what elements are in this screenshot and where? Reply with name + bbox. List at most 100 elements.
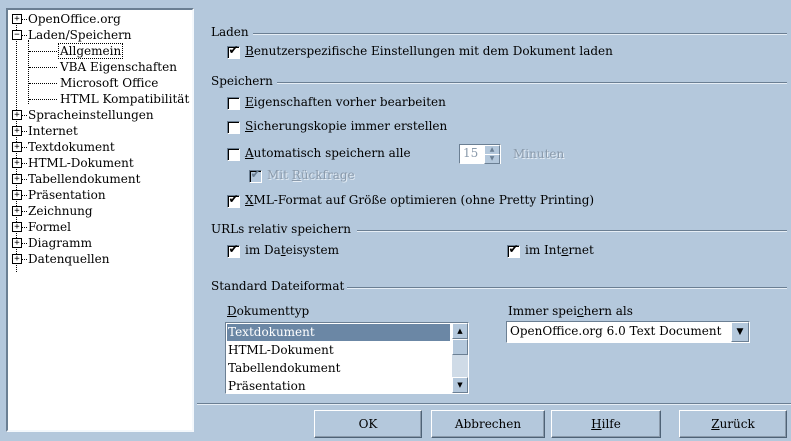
list-item[interactable]: Präsentation [228,378,306,393]
tree-item-label: HTML-Dokument [28,156,134,170]
tree-item-html-compat[interactable]: HTML Kompatibilität [8,91,190,107]
group-divider [277,82,787,84]
check-mark-icon: ✔ [228,242,239,256]
group-title-laden: Laden [211,25,249,39]
tree-connector [22,19,27,20]
edit-properties-label: Eigenschaften vorher bearbeiten [245,95,446,109]
tree-connector [22,131,27,132]
tree-connector [22,243,27,244]
scroll-thumb[interactable] [452,339,468,355]
help-button[interactable]: Hilfe [551,410,661,438]
confirm-checkbox[interactable]: ✔ [249,167,262,183]
tree-item-label: Zeichnung [28,204,93,218]
tree-connector [29,99,57,100]
back-button[interactable]: Zurück [679,410,787,438]
tree-item-msoffice[interactable]: Microsoft Office [8,75,188,91]
scroll-up-icon[interactable]: ▲ [452,323,468,339]
expand-icon[interactable]: + [12,14,22,24]
list-item[interactable]: Tabellendokument [228,360,340,377]
doctype-listbox[interactable]: Textdokument HTML-Dokument Tabellendokum… [225,322,469,394]
group-title-format: Standard Dateiformat [211,279,345,293]
tree-item-label: Microsoft Office [60,76,159,90]
filesystem-label: im Dateisystem [245,243,339,257]
options-panel: Laden ✔ Benutzerspezifische Einstellunge… [197,8,787,402]
tree-item-vba[interactable]: VBA Eigenschaften [8,59,188,75]
list-item[interactable]: HTML-Dokument [228,342,334,359]
listbox-scrollbar[interactable]: ▲ ▼ [452,323,468,393]
ok-button[interactable]: OK [314,410,422,438]
confirm-label: Mit Rückfrage [267,168,355,182]
tree-item-html-dokument[interactable]: + HTML-Dokument [8,155,188,171]
tree-item-label: Laden/Speichern [28,28,132,42]
tree-connector [22,147,27,148]
check-mark-icon: ✔ [228,192,239,206]
tree-item-label: Tabellendokument [28,172,141,186]
spin-down-icon[interactable]: ▼ [484,154,500,164]
autosave-unit-label: Minuten [513,147,565,161]
tree-item-label: Spracheinstellungen [28,108,154,122]
scroll-down-icon[interactable]: ▼ [452,377,468,393]
filesystem-checkbox[interactable]: ✔ [227,242,240,258]
tree-item-allgemein[interactable]: Allgemein [8,43,188,59]
expand-icon[interactable]: + [12,110,22,120]
tree-connector [22,195,27,196]
tree-item-label: Präsentation [28,188,106,202]
tree-item-label: Diagramm [28,236,92,250]
saveas-dropdown[interactable]: OpenOffice.org 6.0 Text Document ▼ [506,321,750,343]
autosave-checkbox[interactable] [227,148,240,161]
list-item[interactable]: Textdokument [227,324,450,341]
internet-label: im Internet [525,243,594,257]
xml-optimize-label: XML-Format auf Größe optimieren (ohne Pr… [245,193,595,207]
expand-icon[interactable]: + [12,126,22,136]
backup-label: Sicherungskopie immer erstellen [245,119,448,133]
expand-icon[interactable]: + [12,158,22,168]
tree-item-label: OpenOffice.org [28,12,121,26]
expand-icon[interactable]: + [12,238,22,248]
tree-item-label: Allgemein [58,43,124,59]
button-separator [197,403,791,405]
chevron-down-icon[interactable]: ▼ [731,322,749,342]
tree-item-textdokument[interactable]: + Textdokument [8,139,188,155]
tree-item-internet[interactable]: + Internet [8,123,188,139]
tree-connector [22,115,27,116]
tree-connector [22,179,27,180]
expand-icon[interactable]: + [12,142,22,152]
group-divider [347,287,787,289]
expand-icon[interactable]: + [12,190,22,200]
backup-checkbox[interactable] [227,121,240,134]
tree-item-label: HTML Kompatibilität [60,92,190,106]
tree-connector [29,67,57,68]
tree-item-diagramm[interactable]: + Diagramm [8,235,188,251]
autosave-label: Automatisch speichern alle [245,146,411,160]
tree-item-openoffice[interactable]: + OpenOffice.org [8,11,188,27]
tree-item-sprache[interactable]: + Spracheinstellungen [8,107,188,123]
tree-item-label: Formel [28,220,71,234]
internet-checkbox[interactable]: ✔ [507,242,520,258]
xml-optimize-checkbox[interactable]: ✔ [227,192,240,208]
tree-item-laden-speichern[interactable]: − Laden/Speichern [8,27,188,43]
tree-item-datenquellen[interactable]: + Datenquellen [8,251,188,267]
saveas-value: OpenOffice.org 6.0 Text Document [510,324,722,338]
group-title-speichern: Speichern [211,74,273,88]
tree-connector [22,227,27,228]
tree-item-formel[interactable]: + Formel [8,219,188,235]
expand-icon[interactable]: + [12,206,22,216]
tree-item-label: Textdokument [28,140,115,154]
tree-item-tabellendokument[interactable]: + Tabellendokument [8,171,188,187]
expand-icon[interactable]: + [12,222,22,232]
edit-properties-checkbox[interactable] [227,97,240,110]
cancel-button[interactable]: Abbrechen [431,410,545,438]
expand-icon[interactable]: + [12,254,22,264]
tree-connector [29,51,57,52]
tree-item-praesentation[interactable]: + Präsentation [8,187,188,203]
tree-connector [22,35,27,36]
autosave-minutes-spinner[interactable]: 15 ▲ ▼ [459,144,501,164]
collapse-icon[interactable]: − [12,30,22,40]
group-divider [253,33,787,35]
user-settings-checkbox[interactable]: ✔ [227,43,240,59]
tree-connector [22,211,27,212]
tree-item-zeichnung[interactable]: + Zeichnung [8,203,188,219]
expand-icon[interactable]: + [12,174,22,184]
check-mark-icon: ✔ [508,242,519,256]
options-tree[interactable]: + OpenOffice.org − Laden/Speichern Allge… [6,8,194,432]
